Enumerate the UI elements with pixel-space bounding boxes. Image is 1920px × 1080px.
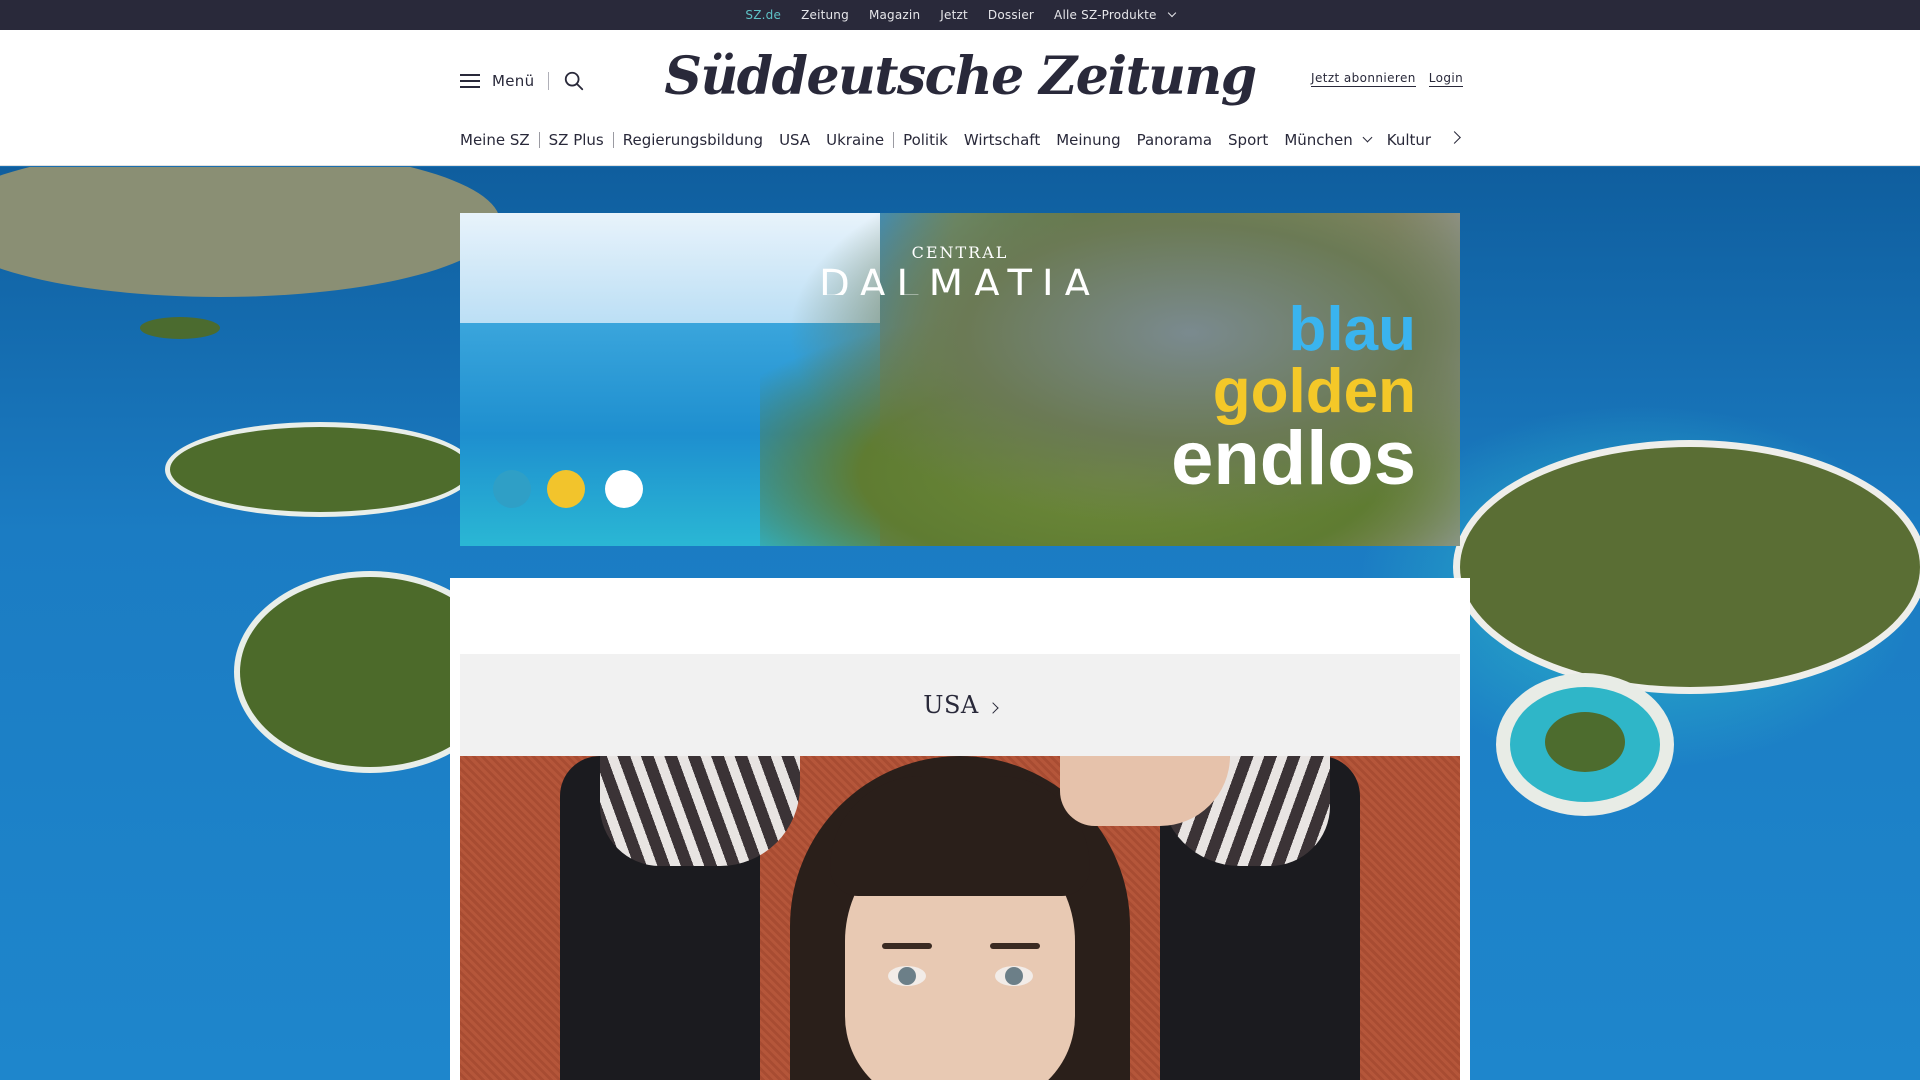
island-shape [170,427,470,512]
section-header-usa[interactable]: USA [460,654,1460,756]
ad-brand-small: CENTRAL [911,243,1009,262]
chevron-down-icon [1362,132,1373,143]
nav-item-regierungsbildung[interactable]: Regierungsbildung [623,131,763,149]
subscribe-link[interactable]: Jetzt abonnieren [1311,71,1416,87]
nav-divider [893,132,895,148]
nav-item-muenchen[interactable]: München [1284,131,1373,149]
nav-item-panorama[interactable]: Panorama [1137,131,1212,149]
ad-word-golden: golden [1212,357,1416,426]
nav-divider [538,132,540,148]
nav-item-politik[interactable]: Politik [903,131,948,149]
nav-item-meine-sz[interactable]: Meine SZ [460,131,530,149]
nav-item-usa[interactable]: USA [779,131,810,149]
nav-item-ukraine[interactable]: Ukraine [826,131,884,149]
ad-word-endlos: endlos [1171,416,1416,501]
nav-item-meinung[interactable]: Meinung [1056,131,1120,149]
nav-item-kultur[interactable]: Kultur [1387,131,1431,149]
main-content: USA [450,578,1470,1080]
island-shape [0,167,500,297]
login-link[interactable]: Login [1428,71,1464,87]
section-title: USA [923,691,979,719]
product-link-dossier[interactable]: Dossier [988,8,1034,22]
island-shape [140,317,220,339]
nav-item-wirtschaft[interactable]: Wirtschaft [964,131,1040,149]
island-shape [1545,712,1625,772]
nav-item-sport[interactable]: Sport [1228,131,1268,149]
island-shape [1460,447,1920,687]
ad-dot-blue [493,470,531,508]
nav-item-muenchen-label: München [1284,131,1353,149]
product-link-all-products[interactable]: Alle SZ-Produkte [1054,8,1176,22]
ad-word-blau: blau [1288,295,1416,364]
ad-banner[interactable]: CENTRAL DALMATIA blau golden endlos [460,213,1460,546]
main-navigation: Meine SZ SZ Plus Regierungsbildung USA U… [460,129,1461,151]
product-link-szde[interactable]: SZ.de [745,8,781,37]
site-logo[interactable]: Süddeutsche Zeitung [0,46,1920,107]
header-account-links: Jetzt abonnieren Login [1311,71,1464,87]
chevron-right-icon[interactable] [1448,131,1461,144]
chevron-right-icon [987,702,999,714]
nav-divider [612,132,614,148]
site-header: Menü Süddeutsche Zeitung Jetzt abonniere… [0,30,1920,166]
product-link-magazin[interactable]: Magazin [869,8,920,22]
product-bar: SZ.de Zeitung Magazin Jetzt Dossier Alle… [0,0,1920,37]
chevron-down-icon [1167,8,1176,18]
all-products-label: Alle SZ-Produkte [1054,8,1157,22]
teaser-image[interactable] [460,756,1460,1080]
nav-item-sz-plus[interactable]: SZ Plus [549,131,604,149]
ad-dot-white [605,470,643,508]
ad-dot-gold [547,470,585,508]
product-link-jetzt[interactable]: Jetzt [940,8,968,22]
product-link-zeitung[interactable]: Zeitung [801,8,849,22]
ad-brand-big: DALMATIA [818,263,1102,295]
